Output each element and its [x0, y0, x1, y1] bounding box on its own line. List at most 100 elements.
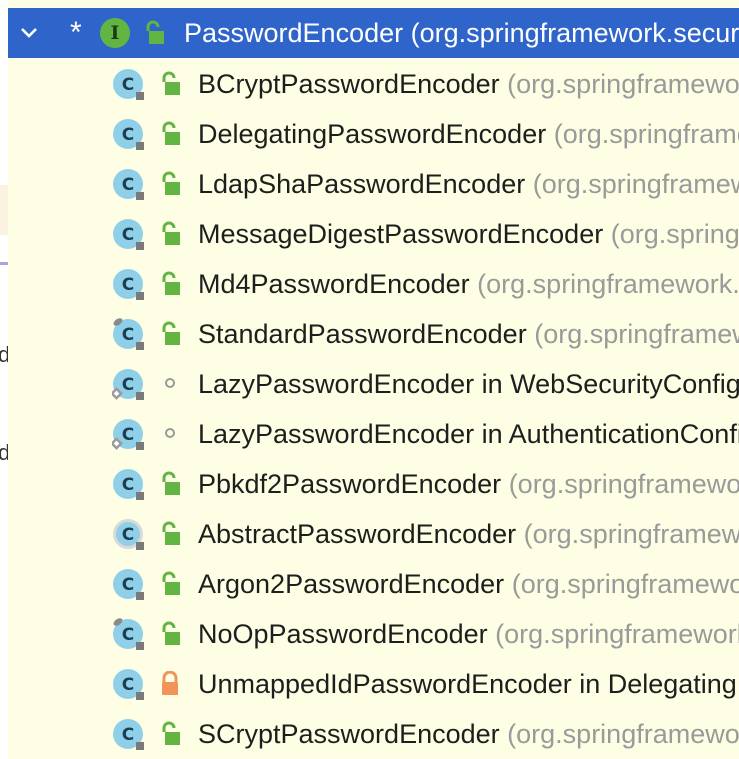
- public-lock-icon: [162, 521, 180, 545]
- hierarchy-list-item[interactable]: C StandardPasswordEncoder (org.springfram…: [8, 309, 739, 359]
- svg-text:C: C: [122, 625, 134, 645]
- public-lock-icon: [162, 571, 180, 595]
- package-name: (org.springframework.security.crypto.pas…: [508, 469, 739, 499]
- svg-text:C: C: [122, 475, 134, 495]
- class-icon: C: [113, 269, 144, 300]
- public-lock-icon: [162, 171, 180, 195]
- public-lock-icon: [162, 321, 180, 345]
- package-name: (org.springframework.security.crypto.pas…: [523, 519, 739, 549]
- class-name: LazyPasswordEncoder in AuthenticationCon…: [198, 419, 739, 449]
- class-icon: C: [113, 618, 144, 650]
- class-name-label: UnmappedIdPasswordEncoder in DelegatingP…: [198, 667, 739, 701]
- hierarchy-root-row[interactable]: * I PasswordEncoder (org.springframework…: [8, 8, 739, 58]
- package-name: (org.springframework.security.crypto.pas…: [553, 119, 739, 149]
- hierarchy-list-item[interactable]: C SCryptPasswordEncoder (org.springframew…: [8, 709, 739, 759]
- package-name: (org.springframework.security.crypto.pas…: [477, 269, 739, 299]
- class-icon: C: [113, 519, 144, 550]
- class-name: AbstractPasswordEncoder: [198, 519, 517, 549]
- svg-text:C: C: [122, 75, 134, 95]
- class-name: Pbkdf2PasswordEncoder: [198, 469, 502, 499]
- package-name: (org.springframework.security.crypto.arg…: [511, 569, 739, 599]
- package-name: (org.springframework.security.crypto.pas…: [532, 169, 739, 199]
- chevron-down-icon[interactable]: [18, 21, 40, 43]
- class-name-label: DelegatingPasswordEncoder (org.springfra…: [198, 117, 739, 151]
- class-name-label: LazyPasswordEncoder in WebSecurityConfig…: [198, 367, 739, 401]
- interface-icon: I: [100, 18, 130, 48]
- package-private-icon: [165, 378, 175, 388]
- public-lock-icon: [162, 721, 180, 745]
- type-hierarchy-popup: * I PasswordEncoder (org.springframework…: [8, 0, 739, 759]
- class-icon: C: [112, 419, 144, 450]
- public-lock-icon: [162, 71, 180, 95]
- svg-text:C: C: [122, 425, 134, 445]
- package-name: (org.springframework.security.crypto.pas…: [534, 319, 739, 349]
- hierarchy-list-item[interactable]: C Argon2PasswordEncoder (org.springframew…: [8, 559, 739, 609]
- class-icon: C: [113, 219, 144, 250]
- class-icon: C: [113, 318, 144, 350]
- package-name: (org.springframework.security.crypto.pas…: [610, 219, 739, 249]
- class-name: MessageDigestPasswordEncoder: [198, 219, 604, 249]
- class-icon: C: [113, 119, 144, 150]
- class-icon: C: [113, 719, 144, 750]
- class-name: StandardPasswordEncoder: [198, 319, 527, 349]
- class-name-label: Pbkdf2PasswordEncoder (org.springframewo…: [198, 467, 739, 501]
- private-lock-icon: [162, 671, 178, 695]
- class-icon: C: [113, 569, 144, 600]
- hierarchy-list-item[interactable]: C BCryptPasswordEncoder (org.springframew…: [8, 59, 739, 109]
- root-type-title: PasswordEncoder (org.springframework.sec…: [184, 18, 739, 48]
- svg-text:C: C: [122, 525, 134, 545]
- package-name: (org.springframework.security.crypto.scr…: [507, 719, 739, 749]
- public-lock-icon: [162, 271, 180, 295]
- hierarchy-list-item[interactable]: C Md4PasswordEncoder (org.springframework…: [8, 259, 739, 309]
- svg-text:C: C: [122, 275, 134, 295]
- hierarchy-list-item[interactable]: C NoOpPasswordEncoder (org.springframewor…: [8, 609, 739, 659]
- public-lock-icon: [162, 221, 180, 245]
- class-name-label: StandardPasswordEncoder (org.springframe…: [198, 317, 739, 351]
- public-lock-icon: [162, 471, 180, 495]
- class-icon: C: [113, 469, 144, 500]
- gutter-highlight: [0, 185, 8, 235]
- class-name-label: Argon2PasswordEncoder (org.springframewo…: [198, 567, 739, 601]
- package-name: (org.springframework.security.crypto.pas…: [495, 619, 739, 649]
- class-icon: C: [113, 669, 144, 700]
- class-name-label: LazyPasswordEncoder in AuthenticationCon…: [198, 417, 739, 451]
- public-lock-icon: [162, 121, 180, 145]
- svg-text:C: C: [122, 375, 134, 395]
- svg-text:C: C: [122, 575, 134, 595]
- class-name: UnmappedIdPasswordEncoder in DelegatingP…: [198, 669, 739, 699]
- public-lock-icon: [146, 20, 164, 44]
- hierarchy-list-item[interactable]: C DelegatingPasswordEncoder (org.springfr…: [8, 109, 739, 159]
- class-name-label: LdapShaPasswordEncoder (org.springframew…: [198, 167, 739, 201]
- svg-text:C: C: [122, 225, 134, 245]
- hierarchy-list-item[interactable]: C UnmappedIdPasswordEncoder in Delegating…: [8, 659, 739, 709]
- svg-text:C: C: [122, 675, 134, 695]
- class-name: Md4PasswordEncoder: [198, 269, 470, 299]
- class-icon: C: [113, 169, 144, 200]
- hierarchy-list-item[interactable]: C LdapShaPasswordEncoder (org.springframe…: [8, 159, 739, 209]
- hierarchy-list-item[interactable]: C AbstractPasswordEncoder (org.springfram…: [8, 509, 739, 559]
- svg-text:C: C: [122, 125, 134, 145]
- svg-text:C: C: [122, 325, 134, 345]
- svg-text:C: C: [122, 175, 134, 195]
- hierarchy-list-item[interactable]: C Pbkdf2PasswordEncoder (org.springframew…: [8, 459, 739, 509]
- class-name-label: NoOpPasswordEncoder (org.springframework…: [198, 617, 739, 651]
- class-name: Argon2PasswordEncoder: [198, 569, 505, 599]
- class-icon: C: [113, 69, 144, 100]
- hierarchy-list-item[interactable]: C LazyPasswordEncoder in AuthenticationCo…: [8, 409, 739, 459]
- class-name: NoOpPasswordEncoder: [198, 619, 488, 649]
- class-name-label: SCryptPasswordEncoder (org.springframewo…: [198, 717, 739, 751]
- hierarchy-list-item[interactable]: C MessageDigestPasswordEncoder (org.sprin…: [8, 209, 739, 259]
- gutter-divider: [0, 262, 8, 265]
- class-name: LdapShaPasswordEncoder: [198, 169, 526, 199]
- class-name: DelegatingPasswordEncoder: [198, 119, 547, 149]
- class-name-label: Md4PasswordEncoder (org.springframework.…: [198, 267, 739, 301]
- current-marker-star: *: [70, 16, 82, 49]
- package-name: (org.springframework.security.crypto.bcr…: [507, 69, 739, 99]
- svg-text:C: C: [122, 725, 134, 745]
- class-name-label: MessageDigestPasswordEncoder (org.spring…: [198, 217, 739, 251]
- hierarchy-list-item[interactable]: C LazyPasswordEncoder in WebSecurityConfi…: [8, 359, 739, 409]
- class-name: BCryptPasswordEncoder: [198, 69, 500, 99]
- package-private-icon: [165, 428, 175, 438]
- class-name: SCryptPasswordEncoder: [198, 719, 500, 749]
- class-name-label: AbstractPasswordEncoder (org.springframe…: [198, 517, 739, 551]
